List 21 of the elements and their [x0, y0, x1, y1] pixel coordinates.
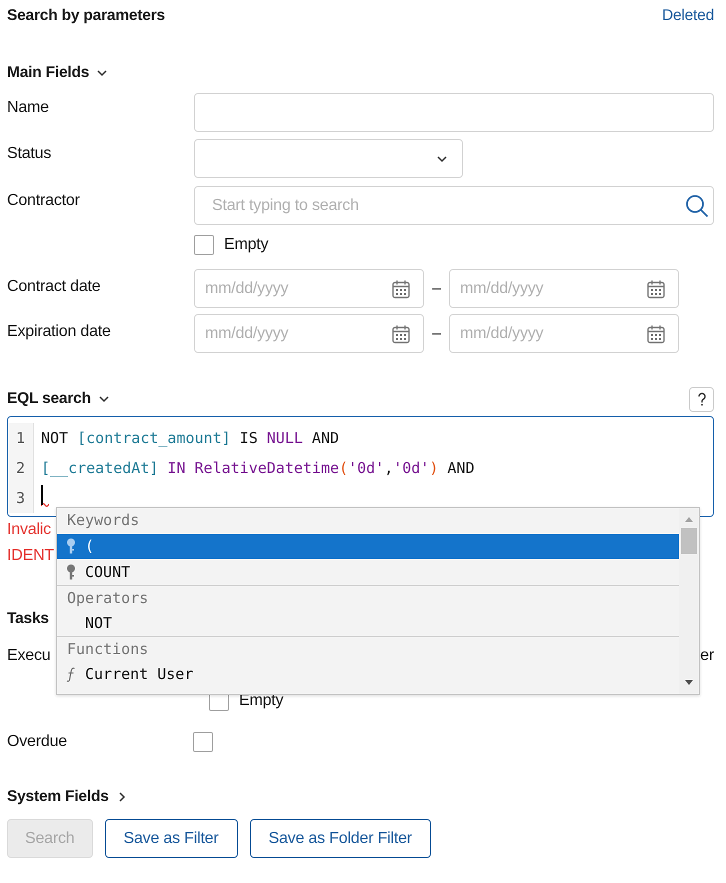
- checkbox-label: Empty: [224, 236, 268, 254]
- field-label: Expiration date: [7, 322, 112, 342]
- error-text: Invalic: [7, 521, 51, 538]
- page-title: Search by parameters: [7, 7, 165, 25]
- line-number: 2: [8, 453, 34, 483]
- range-separator: –: [431, 280, 442, 298]
- field-label: Name: [7, 98, 50, 118]
- range-separator: –: [431, 324, 442, 342]
- error-text: IDENT: [7, 547, 54, 564]
- field-label: Contractor: [7, 191, 81, 211]
- group-heading: Operators: [57, 584, 679, 610]
- line-number: 3: [8, 483, 34, 513]
- line-number: 1: [8, 423, 34, 453]
- field-label: Overdue: [7, 733, 68, 751]
- field-value: er: [700, 647, 714, 665]
- code-line: NOT [contract_amount] IS NULL AND: [41, 428, 340, 449]
- group-heading: Functions: [57, 636, 679, 661]
- code-line: [__createdAt] IN RelativeDatetime('0d','0d') AND: [41, 458, 474, 479]
- field-label: Contract date: [7, 277, 102, 297]
- field-label: Status: [7, 144, 52, 164]
- field-label: Execu: [7, 647, 50, 665]
